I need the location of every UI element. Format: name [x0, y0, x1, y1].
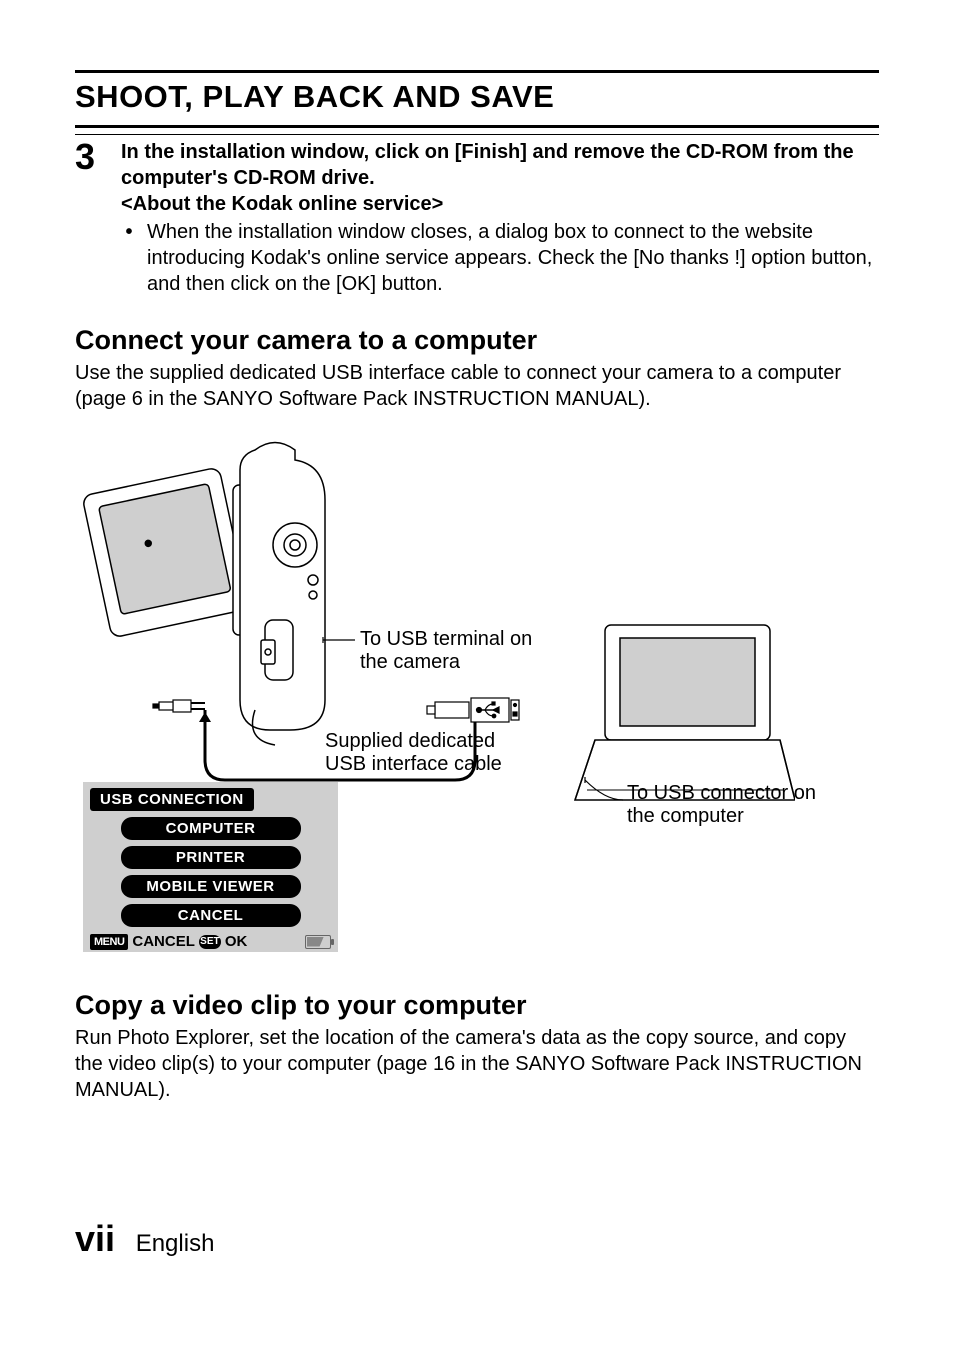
rule-top-thick — [75, 70, 879, 73]
section-connect-heading: Connect your camera to a computer — [75, 325, 879, 356]
bullet-text: When the installation window closes, a d… — [147, 219, 879, 297]
camera-icon — [82, 443, 325, 746]
usb-connection-menu: USB CONNECTION COMPUTER PRINTER MOBILE V… — [83, 782, 338, 952]
set-badge: SET — [199, 935, 221, 949]
menu-item-computer[interactable]: COMPUTER — [121, 817, 301, 840]
menu-item-printer[interactable]: PRINTER — [121, 846, 301, 869]
page-footer: vii English — [75, 1218, 214, 1260]
step-3: 3 In the installation window, click on [… — [75, 139, 879, 297]
page-title: SHOOT, PLAY BACK AND SAVE — [75, 79, 879, 115]
step-instruction: In the installation window, click on [Fi… — [121, 139, 879, 191]
label-cable: Supplied dedicated USB interface cable — [325, 730, 535, 776]
laptop-icon — [575, 625, 795, 800]
page-number: vii — [75, 1218, 115, 1259]
label-usb-pc: To USB connector on the computer — [627, 782, 827, 828]
footer-cancel-label: CANCEL — [132, 933, 195, 950]
menu-item-cancel[interactable]: CANCEL — [121, 904, 301, 927]
page-language: English — [136, 1230, 215, 1257]
label-usb-camera: To USB terminal on the camera — [360, 628, 560, 674]
step-subheading: <About the Kodak online service> — [121, 191, 879, 217]
rule-under-title — [75, 134, 879, 135]
connection-diagram: To USB terminal on the camera Supplied d… — [75, 430, 795, 960]
section-copy-para: Run Photo Explorer, set the location of … — [75, 1025, 879, 1103]
battery-icon — [305, 935, 331, 949]
menu-item-mobile-viewer[interactable]: MOBILE VIEWER — [121, 875, 301, 898]
menu-badge: MENU — [90, 934, 128, 950]
bullet-dot: • — [121, 219, 137, 297]
section-connect-para: Use the supplied dedicated USB interface… — [75, 360, 879, 412]
step-number: 3 — [75, 139, 103, 297]
footer-ok-label: OK — [225, 933, 248, 950]
menu-header: USB CONNECTION — [90, 788, 254, 811]
section-copy-heading: Copy a video clip to your computer — [75, 990, 879, 1021]
